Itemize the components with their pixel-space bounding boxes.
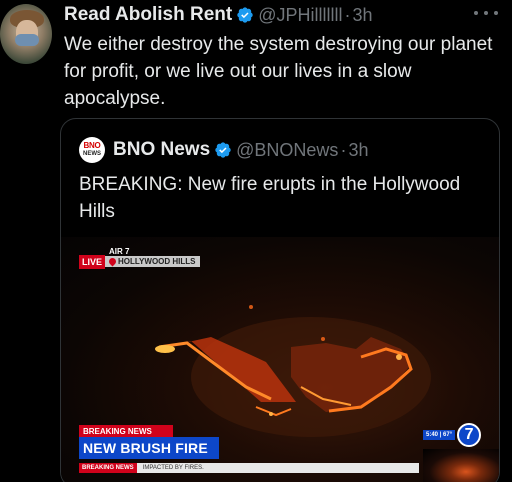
abc7-number: 7: [464, 426, 474, 443]
location-pin-icon: [107, 256, 118, 267]
quote-text: BREAKING: New fire erupts in the Hollywo…: [79, 174, 461, 222]
quote-header: BNO NEWS BNO News @BNONews · 3h: [79, 137, 368, 163]
station-bug: 5:40 | 67° 7: [423, 423, 482, 447]
tweet-header: Read Abolish Rent @JPHilllllll · 3h: [64, 2, 373, 28]
more-dot: [474, 11, 478, 15]
quote-author-handle[interactable]: @BNONews: [236, 140, 338, 161]
tweet-text: We either destroy the system destroying …: [64, 34, 493, 109]
news-ticker: BREAKING NEWS IMPACTED BY FIRES.: [79, 463, 419, 473]
bno-logo-avatar[interactable]: BNO NEWS: [79, 137, 105, 163]
quoted-tweet[interactable]: BNO NEWS BNO News @BNONews · 3h BREAKING…: [60, 118, 500, 482]
ticker-tag: BREAKING NEWS: [79, 463, 137, 473]
author-handle[interactable]: @JPHilllllll: [258, 5, 342, 26]
tweet-time[interactable]: 3h: [352, 5, 372, 26]
inset-thumbnail: [423, 449, 499, 482]
tweet[interactable]: Read Abolish Rent @JPHilllllll · 3h We e…: [0, 0, 512, 482]
quote-author-name[interactable]: BNO News: [113, 139, 210, 161]
logo-text-bno: BNO: [83, 141, 101, 150]
ticker-text: IMPACTED BY FIRES.: [142, 465, 204, 471]
headline-banner: NEW BRUSH FIRE: [79, 437, 219, 459]
meta-separator: ·: [344, 4, 351, 25]
time-temperature: 5:40 | 67°: [423, 430, 456, 440]
station-label: AIR 7: [109, 247, 130, 256]
more-dot: [484, 11, 488, 15]
author-avatar[interactable]: [0, 4, 52, 64]
verified-badge-icon: [215, 142, 231, 158]
meta-separator: ·: [340, 139, 347, 160]
author-name[interactable]: Read Abolish Rent: [64, 4, 232, 26]
more-dot: [494, 11, 498, 15]
station-location: AIR 7 HOLLYWOOD HILLS: [105, 247, 200, 267]
verified-badge-icon: [237, 7, 253, 23]
avatar-mask: [15, 34, 39, 46]
location-chip: HOLLYWOOD HILLS: [105, 256, 200, 267]
news-video-frame[interactable]: LIVE AIR 7 HOLLYWOOD HILLS BREAKING NEWS…: [61, 237, 499, 482]
live-badge: LIVE: [79, 255, 106, 269]
quote-time[interactable]: 3h: [348, 140, 368, 161]
live-overlay: LIVE AIR 7 HOLLYWOOD HILLS: [79, 247, 200, 269]
location-label: HOLLYWOOD HILLS: [118, 257, 196, 266]
logo-text-news: NEWS: [83, 151, 101, 157]
more-options-icon[interactable]: [474, 4, 498, 22]
abc7-logo: 7: [457, 423, 482, 447]
